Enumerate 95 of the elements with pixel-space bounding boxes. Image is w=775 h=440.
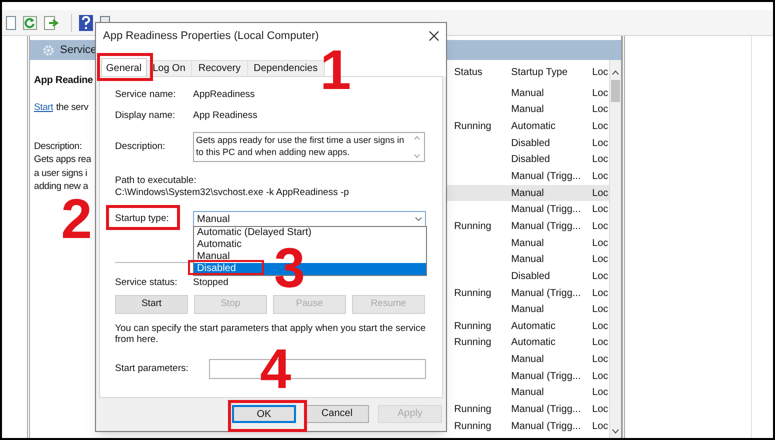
scroll-thumb[interactable]: [611, 80, 620, 102]
step-number: 2: [61, 191, 92, 247]
path-label: Path to executable:: [115, 174, 198, 186]
log-on-cell-text: Loc: [592, 386, 610, 400]
startup-type-cell-text: Manual (Trigg...: [511, 402, 582, 417]
log-on-cell-text: Loc: [592, 303, 610, 318]
log-on-cell-text: Loc: [592, 203, 610, 218]
dialog-button[interactable]: Cancel: [305, 404, 369, 422]
startup-type-cell-text: Manual: [511, 303, 545, 318]
status-cell-text: Running: [454, 402, 492, 417]
field-value: Stopped: [193, 276, 228, 290]
column-header[interactable]: Status: [454, 65, 512, 80]
log-on-cell-text: Loc: [592, 336, 610, 350]
startup-type-cell-text: Manual (Trigg...: [511, 286, 582, 300]
log-on-cell-text: Loc: [592, 370, 610, 384]
startup-type-cell-text: Manual: [511, 353, 545, 368]
log-on-cell-text: Loc: [592, 236, 610, 251]
startup-type-cell-text: Manual (Trigg...: [511, 370, 582, 384]
startup-type-cell-text: Manual (Trigg...: [511, 170, 582, 184]
status-cell-text: Running: [454, 420, 492, 434]
scroll-down-icon[interactable]: [612, 429, 620, 434]
startup-type-cell-text: Manual (Trigg...: [511, 203, 582, 218]
description-text: Gets apps ready for use the first time a user signs in to this PC and when adding new apps.: [195, 134, 406, 159]
path-value: C:\Windows\System32\svchost.exe -k AppReadiness -p: [115, 186, 350, 199]
tab[interactable]: Recovery: [192, 60, 248, 76]
startup-type-dropdown[interactable]: Manual: [193, 211, 426, 227]
log-on-cell-text: Loc: [592, 153, 610, 168]
startup-type-cell-text: Disabled: [511, 270, 551, 284]
start-text: the serv: [56, 101, 88, 115]
column-header[interactable]: Startup Type: [511, 65, 592, 80]
startup-type-cell-text: Automatic: [511, 336, 557, 350]
startup-type-cell-text: Automatic: [511, 120, 557, 134]
log-on-cell-text: Loc: [592, 420, 610, 434]
startup-type-cell-text: Disabled: [511, 153, 551, 168]
log-on-cell-text: Loc: [592, 120, 610, 134]
startup-type-cell-text: Disabled: [511, 136, 551, 151]
status-cell-text: Running: [454, 286, 492, 300]
scroll-up-icon[interactable]: [612, 70, 620, 75]
field-value: App Readiness: [193, 108, 258, 123]
status-cell-text: Running: [454, 320, 492, 334]
field-label: Start parameters:: [115, 362, 190, 376]
log-on-cell-text: Loc: [592, 253, 610, 268]
tab[interactable]: Log On: [146, 60, 192, 76]
page-icon[interactable]: [6, 16, 16, 30]
log-on-cell-text: Loc: [592, 136, 610, 151]
log-on-cell-text: Loc: [592, 320, 610, 334]
service-button[interactable]: Start: [115, 295, 188, 314]
log-on-cell-text: Loc: [592, 353, 610, 368]
startup-type-cell-text: Manual: [511, 253, 545, 268]
startup-type-cell-text: Manual (Trigg...: [511, 420, 582, 434]
field-label: Startup type:: [115, 212, 169, 224]
scrollbar[interactable]: [609, 60, 621, 438]
startup-type-cell-text: Manual: [511, 186, 545, 201]
field-label: Service name:: [115, 88, 176, 100]
startup-type-cell-text: Manual: [511, 103, 545, 118]
tab[interactable]: General: [101, 58, 147, 77]
chevron-down-icon: [415, 217, 422, 221]
description-text: adding new a: [34, 180, 88, 194]
startup-type-cell-text: Manual: [511, 86, 545, 101]
panel-title: Service: [60, 42, 97, 58]
gear-icon: [43, 44, 54, 56]
start-link[interactable]: Start: [34, 101, 54, 115]
close-icon[interactable]: [429, 31, 439, 41]
dialog-button[interactable]: OK: [232, 404, 296, 422]
log-on-cell-text: Loc: [592, 103, 610, 118]
log-on-cell-text: Loc: [592, 402, 610, 417]
log-on-cell-text: Loc: [592, 186, 610, 201]
column-header[interactable]: Loc: [592, 65, 610, 80]
window-title: App Readiness Properties (Local Computer): [103, 28, 319, 44]
startup-type-cell-text: Manual: [511, 236, 545, 251]
log-on-cell-text: Loc: [592, 170, 610, 184]
startup-type-cell-text: Automatic: [511, 320, 557, 334]
field-label: Display name:: [115, 110, 176, 121]
service-title: App Readine: [34, 74, 93, 87]
description-text: a user signs i: [34, 166, 88, 180]
startup-type-cell-text: Manual (Trigg...: [511, 220, 582, 234]
status-cell-text: Running: [454, 120, 492, 134]
description-text: Gets apps rea: [34, 153, 92, 166]
startup-type-cell-text: Manual: [511, 386, 545, 400]
field-label: Description:: [115, 140, 166, 152]
log-on-cell-text: Loc: [592, 220, 610, 234]
status-cell-text: Running: [454, 220, 492, 234]
highlight-frame: [97, 53, 153, 81]
refresh-icon[interactable]: [23, 16, 37, 30]
field-value: AppReadiness: [193, 88, 255, 102]
status-cell-text: Running: [454, 336, 492, 350]
log-on-cell-text: Loc: [592, 286, 610, 300]
help-icon[interactable]: [79, 14, 93, 30]
dropdown-option[interactable]: Automatic (Delayed Start): [194, 227, 426, 239]
description-label: Description:: [34, 140, 82, 153]
field-label: Service status:: [115, 276, 178, 288]
log-on-cell-text: Loc: [592, 86, 610, 101]
log-on-cell-text: Loc: [592, 270, 610, 284]
export-icon[interactable]: [44, 16, 59, 30]
tab[interactable]: Dependencies: [248, 60, 325, 76]
